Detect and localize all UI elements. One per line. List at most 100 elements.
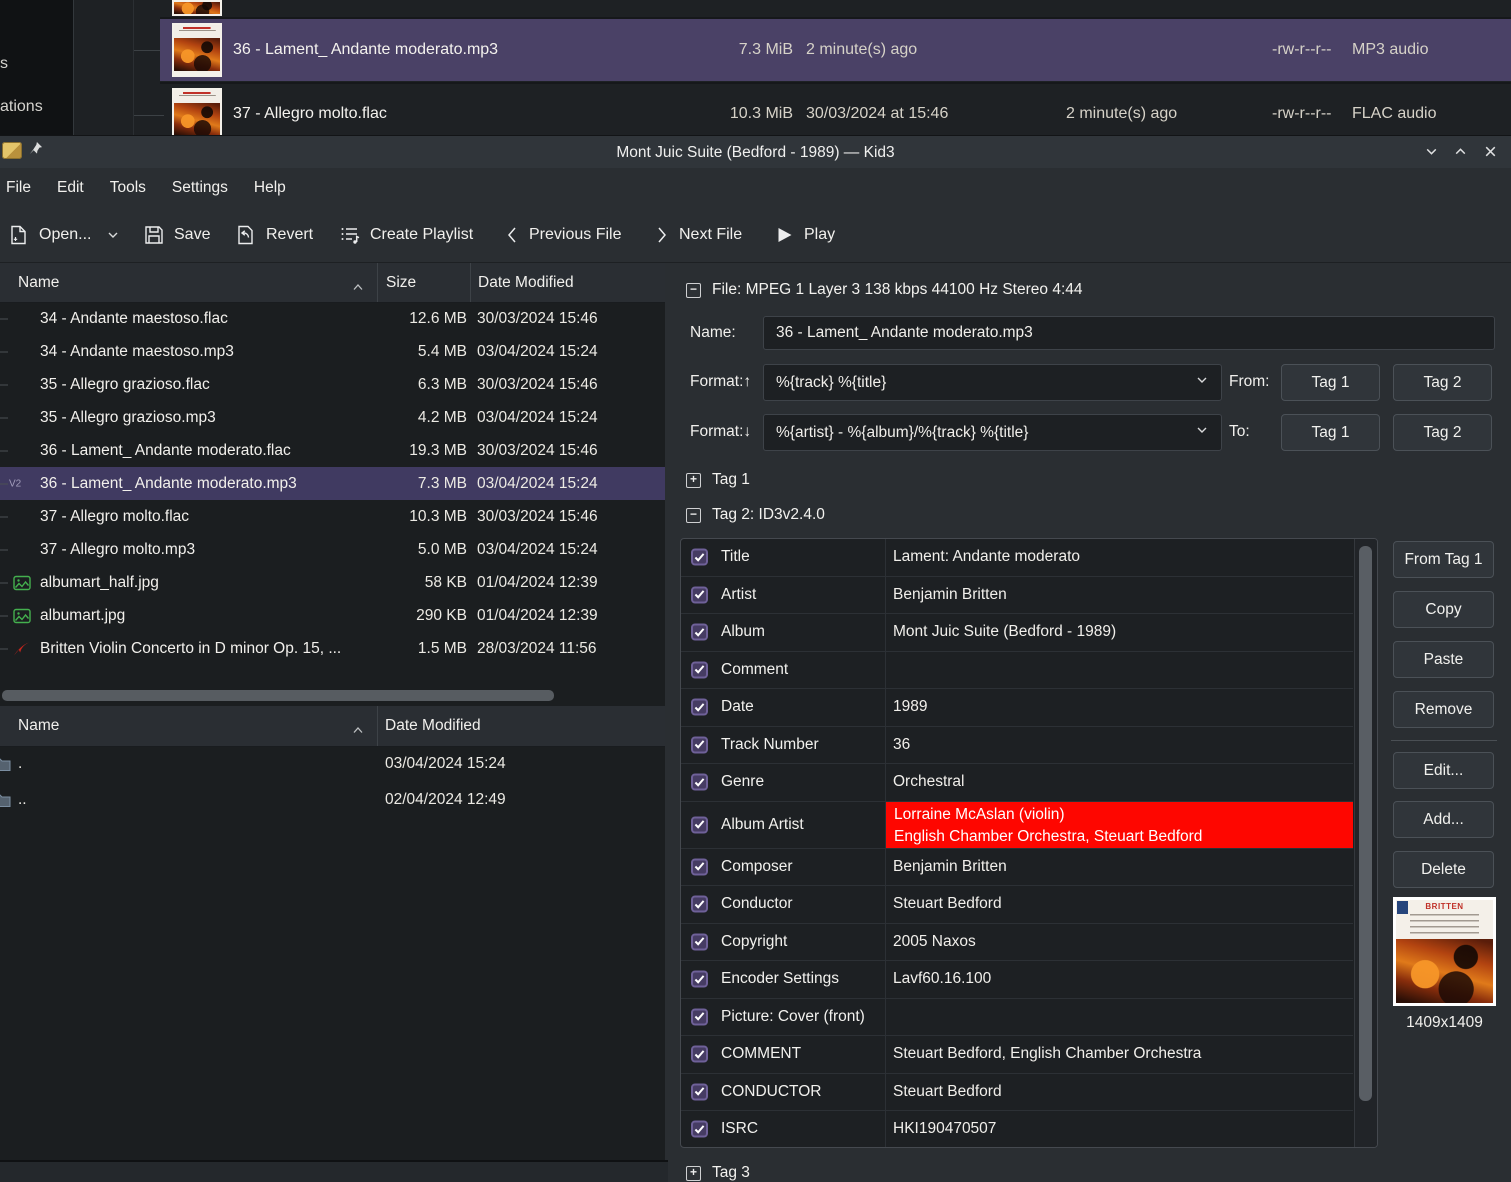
window-maximize-button[interactable] xyxy=(1453,144,1469,160)
tag-field-value[interactable]: Lavf60.16.100 xyxy=(893,970,991,988)
column-header-name[interactable]: Name xyxy=(18,717,59,735)
remove-button[interactable]: Remove xyxy=(1393,691,1494,728)
column-header-size[interactable]: Size xyxy=(386,274,416,292)
toolbar-chevron-left-button[interactable]: Previous File xyxy=(504,207,621,262)
file-list-row[interactable]: 34 - Andante maestoso.mp35.4 MB03/04/202… xyxy=(0,335,665,368)
format-from-combobox[interactable]: %{track} %{title} xyxy=(763,364,1222,401)
tag-field-value[interactable]: Mont Juic Suite (Bedford - 1989) xyxy=(893,623,1116,641)
file-list-row[interactable]: albumart.jpg290 KB01/04/2024 12:39 xyxy=(0,599,665,632)
tag-field-value[interactable]: Benjamin Britten xyxy=(893,586,1007,604)
copy-button[interactable]: Copy xyxy=(1393,591,1494,628)
checkbox-checked[interactable] xyxy=(691,858,708,875)
checkbox-checked[interactable] xyxy=(691,1121,708,1138)
checkbox-checked[interactable] xyxy=(691,971,708,988)
tag-field-value[interactable]: 36 xyxy=(893,736,910,754)
tag-field-value[interactable]: Steuart Bedford xyxy=(893,1083,1002,1101)
checkbox-checked[interactable] xyxy=(691,896,708,913)
filename-input[interactable] xyxy=(763,316,1495,350)
menu-item-settings[interactable]: Settings xyxy=(159,179,241,197)
column-header-date-modified[interactable]: Date Modified xyxy=(478,274,574,292)
toolbar-playlist-button[interactable]: Create Playlist xyxy=(339,207,473,262)
add-button[interactable]: Add... xyxy=(1393,801,1494,838)
window-shade-button[interactable] xyxy=(1424,144,1440,160)
file-row[interactable]: 37 - Allegro molto.flac 10.3 MiB 30/03/2… xyxy=(0,84,1511,135)
file-list-row[interactable]: Britten Violin Concerto in D minor Op. 1… xyxy=(0,632,665,665)
menu-item-tools[interactable]: Tools xyxy=(97,179,159,197)
file-list-header[interactable]: Name Size Date Modified xyxy=(0,263,665,303)
collapse-icon[interactable]: − xyxy=(686,283,701,298)
edit-button[interactable]: Edit... xyxy=(1393,752,1494,789)
delete-button[interactable]: Delete xyxy=(1393,851,1494,888)
checkbox-checked[interactable] xyxy=(691,661,708,678)
horizontal-scrollbar-bottom[interactable] xyxy=(0,1160,668,1182)
tag-field-row[interactable]: Encoder SettingsLavf60.16.100 xyxy=(681,961,1353,999)
toolbar-open-button[interactable]: Open... xyxy=(8,207,120,262)
expand-icon[interactable]: + xyxy=(686,1166,701,1181)
tag-field-row[interactable]: Track Number36 xyxy=(681,727,1353,765)
checkbox-checked[interactable] xyxy=(691,586,708,603)
menu-item-edit[interactable]: Edit xyxy=(44,179,97,197)
expand-icon[interactable]: + xyxy=(686,473,701,488)
file-list-row[interactable]: 35 - Allegro grazioso.mp34.2 MB03/04/202… xyxy=(0,401,665,434)
from-tag1-copy-button[interactable]: From Tag 1 xyxy=(1393,541,1494,578)
tag-field-row[interactable]: ArtistBenjamin Britten xyxy=(681,577,1353,615)
window-close-button[interactable] xyxy=(1483,144,1499,160)
album-cover-preview[interactable]: BRITTEN xyxy=(1393,897,1496,1006)
from-tag2-button[interactable]: Tag 2 xyxy=(1393,364,1492,401)
checkbox-checked[interactable] xyxy=(691,624,708,641)
tag3-section-header[interactable]: + Tag 3 xyxy=(686,1162,750,1182)
from-tag1-button[interactable]: Tag 1 xyxy=(1281,364,1380,401)
menu-item-help[interactable]: Help xyxy=(241,179,299,197)
tag-field-row[interactable]: Comment xyxy=(681,652,1353,690)
file-list-row[interactable]: 37 - Allegro molto.mp35.0 MB03/04/2024 1… xyxy=(0,533,665,566)
tag-field-value[interactable]: HKI190470507 xyxy=(893,1120,996,1138)
tag-field-value[interactable]: 1989 xyxy=(893,698,927,716)
directory-row[interactable]: .03/04/2024 15:24 xyxy=(0,746,665,782)
tag-field-row[interactable]: Album ArtistLorraine McAslan (violin)Eng… xyxy=(681,802,1353,849)
checkbox-checked[interactable] xyxy=(691,549,708,566)
paste-button[interactable]: Paste xyxy=(1393,641,1494,678)
toolbar-revert-button[interactable]: Revert xyxy=(235,207,313,262)
tag-field-row[interactable]: AlbumMont Juic Suite (Bedford - 1989) xyxy=(681,614,1353,652)
toolbar-chevron-right-button[interactable]: Next File xyxy=(654,207,742,262)
tag-field-value[interactable]: Steuart Bedford xyxy=(893,895,1002,913)
tag-field-row[interactable]: Date1989 xyxy=(681,689,1353,727)
file-list-row[interactable]: 36 - Lament_ Andante moderato.flac19.3 M… xyxy=(0,434,665,467)
column-header-name[interactable]: Name xyxy=(18,274,59,292)
collapse-icon[interactable]: − xyxy=(686,508,701,523)
to-tag2-button[interactable]: Tag 2 xyxy=(1393,414,1492,451)
to-tag1-button[interactable]: Tag 1 xyxy=(1281,414,1380,451)
file-row-selected[interactable]: 36 - Lament_ Andante moderato.mp3 7.3 Mi… xyxy=(0,19,1511,81)
checkbox-checked[interactable] xyxy=(691,816,708,833)
tag-field-value[interactable]: Orchestral xyxy=(893,773,965,791)
highlighted-value-cell[interactable]: Lorraine McAslan (violin)English Chamber… xyxy=(886,802,1353,848)
toolbar-save-button[interactable]: Save xyxy=(143,207,210,262)
tag-field-row[interactable]: TitleLament: Andante moderato xyxy=(681,539,1353,577)
tag-field-row[interactable]: Copyright2005 Naxos xyxy=(681,924,1353,962)
checkbox-checked[interactable] xyxy=(691,1046,708,1063)
checkbox-checked[interactable] xyxy=(691,933,708,950)
tag1-section-header[interactable]: + Tag 1 xyxy=(686,469,750,491)
directory-row[interactable]: ..02/04/2024 12:49 xyxy=(0,782,665,818)
scrollbar-thumb[interactable] xyxy=(1359,546,1372,1101)
tag-field-row[interactable]: COMMENTSteuart Bedford, English Chamber … xyxy=(681,1036,1353,1074)
titlebar[interactable]: Mont Juic Suite (Bedford - 1989) — Kid3 xyxy=(0,135,1511,169)
tag-field-value[interactable]: Benjamin Britten xyxy=(893,858,1007,876)
tag-field-row[interactable]: ComposerBenjamin Britten xyxy=(681,849,1353,887)
tag2-section-header[interactable]: − Tag 2: ID3v2.4.0 xyxy=(686,504,825,526)
file-list-row[interactable]: 34 - Andante maestoso.flac12.6 MB30/03/2… xyxy=(0,302,665,335)
scrollbar-thumb[interactable] xyxy=(2,690,554,701)
checkbox-checked[interactable] xyxy=(691,699,708,716)
file-list-row[interactable]: albumart_half.jpg58 KB01/04/2024 12:39 xyxy=(0,566,665,599)
tag-field-row[interactable]: ISRCHKI190470507 xyxy=(681,1111,1353,1148)
tag-field-value[interactable]: Steuart Bedford, English Chamber Orchest… xyxy=(893,1045,1201,1063)
toolbar-play-button[interactable]: Play xyxy=(774,207,835,262)
tag-field-row[interactable]: CONDUCTORSteuart Bedford xyxy=(681,1074,1353,1112)
menu-item-file[interactable]: File xyxy=(0,179,44,197)
tag-field-value[interactable]: Lament: Andante moderato xyxy=(893,548,1080,566)
checkbox-checked[interactable] xyxy=(691,736,708,753)
tag-field-row[interactable]: ConductorSteuart Bedford xyxy=(681,886,1353,924)
directory-list-header[interactable]: Name Date Modified xyxy=(0,706,665,747)
tag-field-value[interactable]: 2005 Naxos xyxy=(893,933,976,951)
checkbox-checked[interactable] xyxy=(691,1008,708,1025)
